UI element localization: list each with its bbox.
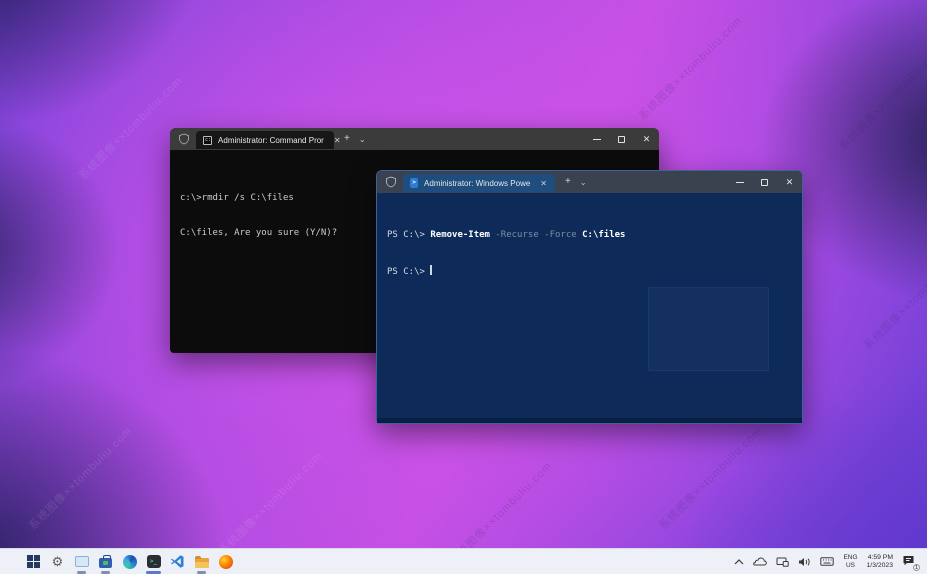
cmd-tab-close-icon[interactable]: ✕ (332, 136, 343, 145)
watermark: 系统图像××tombuliu.com (25, 423, 135, 533)
cast-display-button[interactable] (776, 549, 789, 574)
hidden-icons-button[interactable] (734, 549, 744, 574)
watermark: 系统图像××tombuliu.com (75, 73, 185, 183)
tray-date: 1/3/2023 (867, 562, 893, 570)
watermark-artifact (648, 287, 769, 371)
file-explorer-button[interactable] (194, 553, 209, 571)
powershell-titlebar[interactable]: > Administrator: Windows Powe ✕ + ⌄ ✕ (377, 171, 802, 193)
vscode-button[interactable] (170, 553, 185, 571)
powershell-prompt-line: PS C:\> (387, 265, 802, 279)
briefcase-app-button[interactable] (98, 553, 113, 571)
firefox-icon (219, 555, 233, 569)
taskbar-icons: ⚙ >_ (26, 553, 233, 571)
param-text: -Recurse (490, 230, 539, 240)
watermark: 系统图像××tombuliu.com (655, 423, 765, 533)
language-indicator[interactable]: ENG US (843, 554, 857, 569)
system-tray: ENG US 4:59 PM 1/3/2023 1 (734, 549, 927, 574)
cmd-new-tab-button[interactable]: + (344, 134, 350, 144)
volume-button[interactable] (798, 549, 811, 574)
powershell-minimize-button[interactable] (727, 171, 752, 193)
edge-button[interactable] (122, 553, 137, 571)
gear-icon: ⚙ (52, 555, 64, 568)
tray-time: 4:59 PM (867, 554, 893, 562)
terminal-icon: >_ (147, 555, 161, 568)
vscode-icon (170, 554, 185, 569)
language-region: US (843, 562, 857, 570)
powershell-tab-dropdown-icon[interactable]: ⌄ (580, 178, 587, 187)
cmd-titlebar[interactable]: c: Administrator: Command Pror ✕ + ⌄ ✕ (170, 128, 659, 150)
powershell-close-button[interactable]: ✕ (777, 171, 802, 193)
windows-logo-icon (27, 555, 40, 568)
watermark: 系统图像××tombuliu.com (860, 243, 927, 353)
cmd-minimize-button[interactable] (584, 128, 609, 150)
taskbar: ⚙ >_ (0, 548, 927, 574)
cmdlet-text: Remove-Item (430, 230, 490, 240)
cmd-tab[interactable]: c: Administrator: Command Pror ✕ (196, 131, 334, 149)
display-app-icon (75, 556, 89, 567)
clock[interactable]: 4:59 PM 1/3/2023 (867, 554, 893, 570)
keyboard-icon (820, 557, 834, 566)
edge-browser-icon (123, 555, 137, 569)
powershell-console-output[interactable]: PS C:\> Remove-Item -Recurse -Force C:\f… (377, 193, 802, 301)
powershell-terminal-window: > Administrator: Windows Powe ✕ + ⌄ ✕ PS… (376, 170, 803, 424)
powershell-maximize-button[interactable] (752, 171, 777, 193)
cmd-app-icon: c: (203, 136, 212, 145)
watermark: 系统图像××tombuliu.com (835, 43, 927, 153)
folder-icon (195, 558, 209, 568)
powershell-tab[interactable]: > Administrator: Windows Powe ✕ (403, 174, 555, 192)
cmd-maximize-button[interactable] (609, 128, 634, 150)
speaker-icon (798, 557, 811, 567)
cloud-icon (753, 557, 767, 566)
chevron-up-icon (734, 559, 744, 565)
open-app-indicator (197, 571, 206, 574)
notification-center-button[interactable]: 1 (902, 554, 917, 569)
powershell-app-icon: > (410, 178, 418, 188)
touch-keyboard-button[interactable] (820, 549, 834, 574)
powershell-tab-close-icon[interactable]: ✕ (538, 179, 549, 188)
cmd-tab-title: Administrator: Command Pror (218, 136, 324, 145)
text-cursor (430, 265, 432, 275)
terminal-button[interactable]: >_ (146, 553, 161, 571)
watermark: 系统图像××tombuliu.com (635, 13, 745, 123)
argument-text: C:\files (582, 230, 625, 240)
display-app-button[interactable] (74, 553, 89, 571)
cmd-close-button[interactable]: ✕ (634, 128, 659, 150)
settings-button[interactable]: ⚙ (50, 553, 65, 571)
active-app-indicator (146, 571, 161, 574)
admin-shield-icon (178, 133, 190, 145)
param-text: -Force (539, 230, 582, 240)
display-cast-icon (776, 557, 789, 567)
language-code: ENG (843, 554, 857, 562)
watermark: 系统图像××tombuliu.com (215, 448, 325, 558)
powershell-command-line: PS C:\> Remove-Item -Recurse -Force C:\f… (387, 230, 802, 242)
powershell-tab-title: Administrator: Windows Powe (424, 179, 530, 188)
start-button[interactable] (26, 553, 41, 571)
open-app-indicator (101, 571, 110, 574)
briefcase-icon (99, 558, 112, 568)
onedrive-button[interactable] (753, 549, 767, 574)
firefox-button[interactable] (218, 553, 233, 571)
open-app-indicator (77, 571, 86, 574)
admin-shield-icon (385, 176, 397, 188)
window-bottom-edge (377, 418, 802, 423)
notification-badge: 1 (913, 564, 920, 571)
powershell-new-tab-button[interactable]: + (565, 177, 571, 187)
cmd-tab-dropdown-icon[interactable]: ⌄ (359, 135, 366, 144)
